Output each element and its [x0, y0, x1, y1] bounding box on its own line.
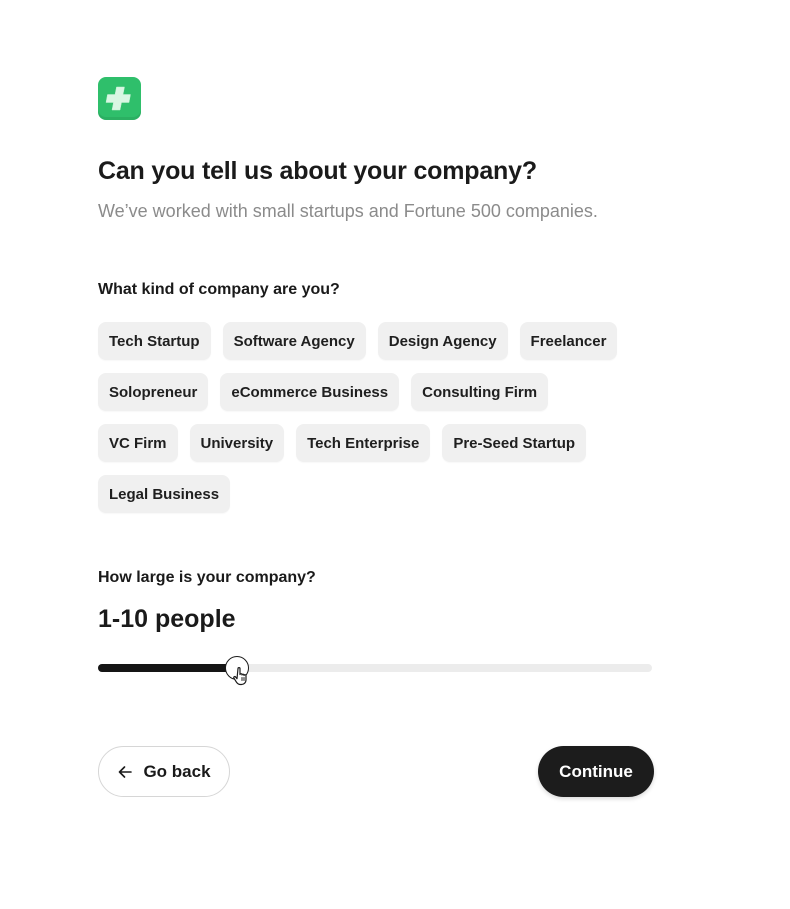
slider-thumb[interactable]	[225, 656, 249, 680]
page-title: Can you tell us about your company?	[98, 157, 537, 185]
arrow-left-icon	[119, 765, 133, 778]
go-back-label: Go back	[143, 761, 211, 781]
company-size-slider[interactable]	[98, 656, 652, 686]
go-back-button[interactable]: Go back	[98, 746, 230, 797]
option-ecommerce-business[interactable]: eCommerce Business	[220, 373, 400, 411]
option-consulting-firm[interactable]: Consulting Firm	[411, 373, 549, 411]
option-freelancer[interactable]: Freelancer	[519, 322, 618, 360]
slider-fill	[98, 664, 237, 672]
option-pre-seed-startup[interactable]: Pre-Seed Startup	[442, 424, 587, 462]
logo	[98, 77, 141, 120]
continue-button[interactable]: Continue	[538, 746, 654, 797]
option-tech-startup[interactable]: Tech Startup	[98, 322, 211, 360]
company-size-value: 1-10 people	[98, 605, 236, 633]
option-legal-business[interactable]: Legal Business	[98, 475, 231, 513]
company-type-options: Tech Startup Software Agency Design Agen…	[98, 322, 638, 513]
option-design-agency[interactable]: Design Agency	[377, 322, 508, 360]
form-actions: Go back Continue	[98, 746, 654, 797]
option-university[interactable]: University	[189, 424, 285, 462]
company-size-label: How large is your company?	[98, 569, 316, 586]
onboarding-form: Can you tell us about your company? We’v…	[98, 77, 654, 797]
option-solopreneur[interactable]: Solopreneur	[98, 373, 209, 411]
option-vc-firm[interactable]: VC Firm	[98, 424, 178, 462]
page-subtitle: We’ve worked with small startups and For…	[98, 201, 598, 221]
option-software-agency[interactable]: Software Agency	[222, 322, 366, 360]
option-tech-enterprise[interactable]: Tech Enterprise	[296, 424, 431, 462]
plus-icon	[105, 86, 131, 111]
company-type-label: What kind of company are you?	[98, 281, 340, 298]
